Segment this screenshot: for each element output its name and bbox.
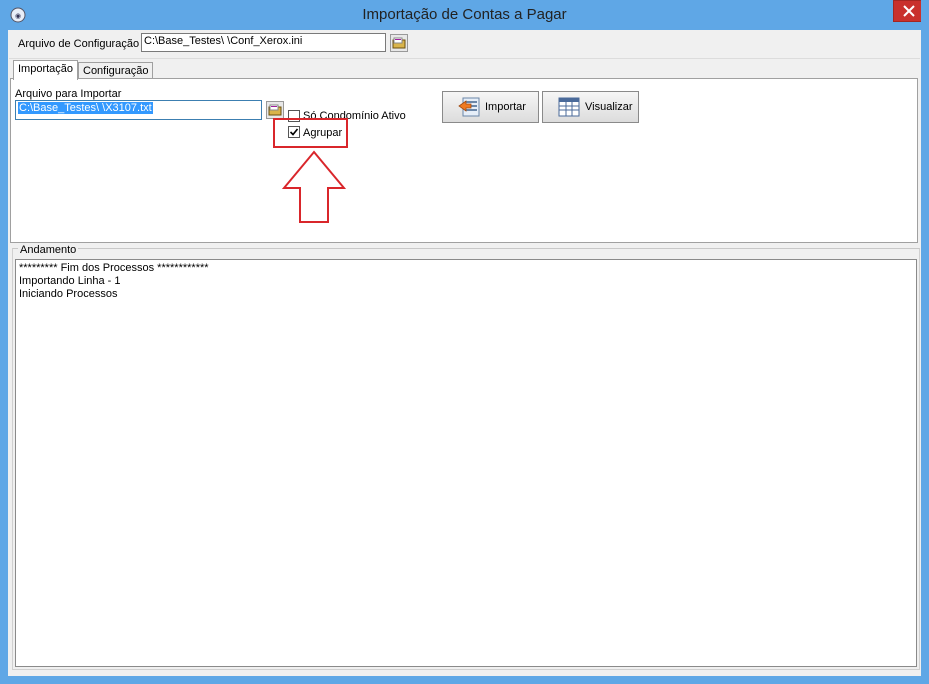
config-file-label: Arquivo de Configuração — [18, 38, 140, 50]
visualizar-button[interactable]: Visualizar — [542, 91, 639, 123]
log-line: Iniciando Processos — [19, 288, 118, 300]
config-browse-button[interactable] — [390, 34, 408, 52]
import-icon — [458, 97, 480, 117]
import-browse-button[interactable] — [266, 101, 284, 119]
folder-open-icon — [392, 37, 406, 49]
agrupar-checkbox[interactable] — [288, 126, 300, 138]
log-textarea[interactable]: ********* Fim dos Processos ************… — [15, 259, 917, 667]
folder-open-icon — [268, 104, 282, 116]
config-file-input[interactable]: C:\Base_Testes\ \Conf_Xerox.ini — [141, 33, 386, 52]
close-icon — [903, 5, 915, 17]
window-title: Importação de Contas a Pagar — [362, 6, 567, 23]
grid-icon — [558, 97, 580, 117]
import-file-value: C:\Base_Testes\ \X3107.txt — [18, 102, 153, 114]
tab-importacao[interactable]: Importação — [13, 60, 79, 80]
visualizar-label: Visualizar — [585, 101, 633, 113]
andamento-label: Andamento — [18, 244, 79, 256]
close-button[interactable] — [893, 0, 925, 22]
checkmark-icon — [289, 128, 299, 136]
importar-label: Importar — [485, 101, 526, 113]
import-file-label: Arquivo para Importar — [15, 88, 122, 100]
agrupar-label: Agrupar — [303, 127, 343, 139]
importar-button[interactable]: Importar — [442, 91, 539, 123]
import-file-input[interactable]: C:\Base_Testes\ \X3107.txt — [15, 100, 262, 120]
log-line: Importando Linha - 1 — [19, 275, 121, 287]
arrow-up-icon — [282, 150, 346, 223]
log-line: ********* Fim dos Processos ************ — [19, 262, 209, 274]
